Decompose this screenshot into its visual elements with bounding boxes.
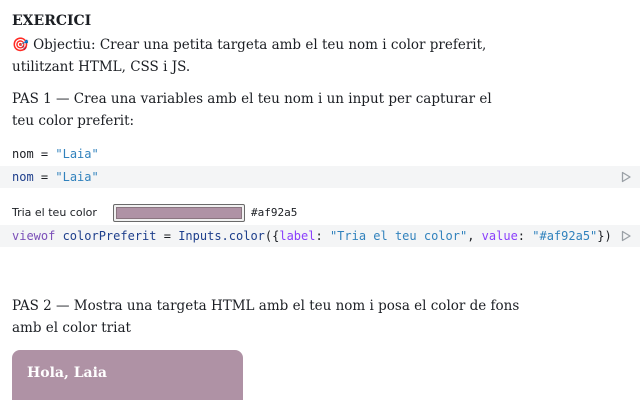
code-color-open: ({ (264, 229, 280, 243)
code-color-label-key: label (279, 229, 316, 243)
play-icon[interactable] (620, 230, 632, 242)
code-color-colon1: : (315, 229, 330, 243)
code-nom-name: nom (12, 170, 34, 184)
notebook-title: EXERCICI (12, 13, 92, 29)
code-cell-color[interactable]: viewof colorPreferit = Inputs.color({lab… (0, 225, 640, 247)
code-color-close: }) (597, 229, 612, 243)
code-nom-value: "Laia" (55, 170, 99, 184)
greeting-card: Hola, Laia (12, 350, 243, 400)
nom-output-name: nom (12, 147, 34, 161)
color-picker-fill (116, 207, 242, 219)
code-color-value-val: "#af92a5" (532, 229, 598, 243)
color-input-value: #af92a5 (251, 206, 298, 219)
code-color-op: = (156, 229, 179, 243)
code-color-fn: Inputs.color (178, 229, 265, 243)
color-picker[interactable] (113, 204, 245, 222)
code-color-colon2: : (517, 229, 533, 243)
objective-text: 🎯 Objectiu: Crear una petita targeta amb… (12, 37, 487, 75)
nom-output: nom = "Laia" (12, 147, 99, 161)
color-input-label: Tria el teu color (12, 206, 97, 219)
code-color-comma: , (467, 229, 482, 243)
code-color-value-key: value (481, 229, 518, 243)
play-icon[interactable] (620, 171, 632, 183)
code-color-name: colorPreferit (55, 229, 157, 243)
step2-text: PAS 2 — Mostra una targeta HTML amb el t… (12, 298, 520, 336)
step1-text: PAS 1 — Crea una variables amb el teu no… (12, 91, 492, 129)
nom-output-value: "Laia" (55, 147, 99, 161)
code-color[interactable]: viewof colorPreferit = Inputs.color({lab… (12, 229, 612, 243)
code-cell-nom[interactable]: nom = "Laia" (0, 166, 640, 188)
code-nom[interactable]: nom = "Laia" (12, 170, 99, 184)
card-greeting: Hola, Laia (27, 365, 108, 381)
code-color-label-val: "Tria el teu color" (329, 229, 468, 243)
code-nom-op: = (33, 170, 56, 184)
code-color-keyword: viewof (12, 229, 56, 243)
nom-output-op: = (33, 147, 56, 161)
